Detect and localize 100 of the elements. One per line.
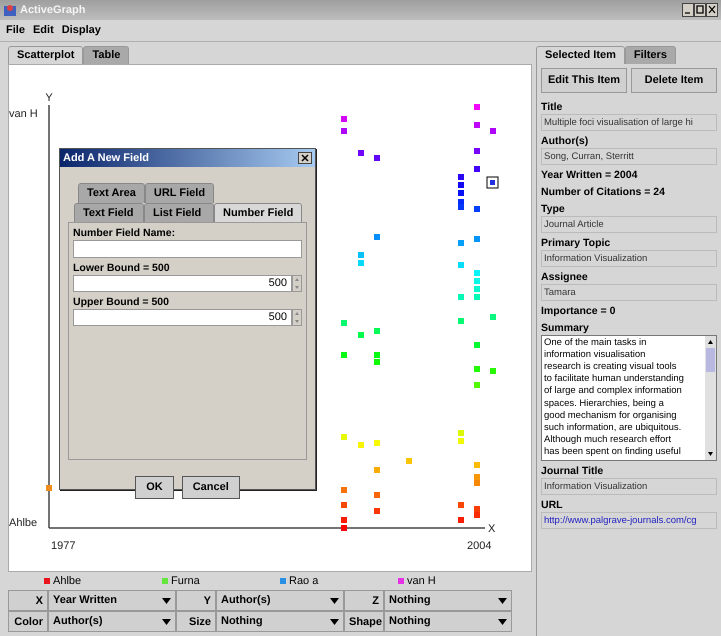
dropdown[interactable]: Nothing xyxy=(384,611,512,632)
tab[interactable]: Number Field xyxy=(214,202,302,222)
axis-setting-label: Y xyxy=(176,590,216,611)
data-point xyxy=(474,286,480,292)
data-point xyxy=(458,294,464,300)
field-label: Assignee xyxy=(541,270,589,284)
dropdown[interactable]: Year Written xyxy=(48,590,176,611)
data-point xyxy=(341,487,347,493)
legend-label: Rao a xyxy=(289,574,318,589)
url-link[interactable]: http://www.palgrave-journals.com/cg xyxy=(541,512,717,529)
field-value: 500 xyxy=(268,310,288,326)
data-point xyxy=(458,262,464,268)
data-point xyxy=(358,442,364,448)
item-button[interactable]: Edit This Item xyxy=(541,68,627,92)
dropdown-value: Year Written xyxy=(53,593,117,608)
dropdown[interactable]: Author(s) xyxy=(216,590,344,611)
data-point xyxy=(458,438,464,444)
legend-label: Furna xyxy=(171,574,200,589)
dialog-button[interactable]: Cancel xyxy=(182,476,240,498)
field-label: URL xyxy=(541,498,564,512)
legend-label: Ahlbe xyxy=(53,574,82,589)
spinner-arrows-icon xyxy=(292,309,302,326)
caret-icon xyxy=(162,618,171,624)
data-point xyxy=(341,502,347,508)
close-icon xyxy=(298,152,312,164)
caret-icon xyxy=(498,598,507,604)
axis-label: X xyxy=(488,523,496,535)
data-point xyxy=(474,148,480,154)
caret-icon xyxy=(330,618,339,624)
data-point xyxy=(358,260,364,266)
menu-item[interactable]: Display xyxy=(62,22,101,39)
data-point xyxy=(474,278,480,284)
data-point xyxy=(474,366,480,372)
data-point xyxy=(474,462,480,468)
summary-text: One of the main tasks in information visualisation research is creating visual tools to facilitate human understanding of large and complex information spaces. Hierarchies, being a good mechanism for organising such information, are ubiquitous. Although much research effort has been spent on finding useful xyxy=(543,336,685,460)
tab[interactable]: Selected Item xyxy=(536,46,625,64)
field-label: Summary xyxy=(541,322,590,334)
dropdown-value: Nothing xyxy=(389,614,431,630)
dropdown-value: Nothing xyxy=(389,593,431,608)
data-point xyxy=(458,190,464,196)
tab[interactable]: Text Field xyxy=(74,202,144,222)
data-point xyxy=(490,368,496,374)
menu-item[interactable]: Edit xyxy=(32,22,54,39)
text-field[interactable] xyxy=(73,240,302,258)
caret-icon xyxy=(162,598,171,604)
scrollbar-icon xyxy=(705,336,716,460)
data-point xyxy=(458,174,464,180)
field-value: Information Visualization xyxy=(541,250,717,266)
axis-setting-label: X xyxy=(8,590,48,611)
tab[interactable]: Text Area xyxy=(78,183,145,202)
axis-label: Y xyxy=(45,92,53,104)
field-value: Song, Curran, Sterritt xyxy=(541,148,717,164)
data-point xyxy=(374,155,380,161)
dialog-button[interactable]: OK xyxy=(135,476,174,498)
data-point xyxy=(474,206,480,212)
item-button[interactable]: Delete Item xyxy=(631,68,717,92)
axis-tick-label: 2004 xyxy=(467,540,492,552)
data-point xyxy=(341,116,347,122)
field-value: Journal Article xyxy=(541,216,717,232)
window-title: ActiveGraph xyxy=(20,2,86,18)
data-point xyxy=(374,492,380,498)
data-point xyxy=(341,517,347,523)
data-point xyxy=(490,314,496,320)
data-point xyxy=(374,467,380,473)
dropdown[interactable]: Author(s) xyxy=(48,611,176,632)
data-point xyxy=(474,122,480,128)
axis-setting-label: Z xyxy=(344,590,384,611)
field-value: Information Visualization xyxy=(541,478,717,495)
data-point xyxy=(358,150,364,156)
axis-tick-label: Ahlbe xyxy=(9,517,38,529)
data-point xyxy=(358,332,364,338)
number-field[interactable]: 500 xyxy=(73,309,292,326)
tab[interactable]: Table xyxy=(83,46,130,64)
data-point xyxy=(474,294,480,300)
caret-icon xyxy=(330,598,339,604)
data-point xyxy=(458,318,464,324)
field-value: Tamara xyxy=(541,284,717,300)
axis-setting-label: Color xyxy=(8,611,48,632)
data-point xyxy=(374,234,380,240)
tab[interactable]: List Field xyxy=(144,202,214,222)
data-point xyxy=(406,458,412,464)
dropdown-value: Author(s) xyxy=(221,593,270,608)
window-controls-icon xyxy=(682,3,718,17)
number-field[interactable]: 500 xyxy=(73,275,292,292)
field-label: Upper Bound = 500 xyxy=(73,296,170,309)
data-point xyxy=(458,502,464,508)
selection-marker xyxy=(486,176,498,188)
tab[interactable]: Scatterplot xyxy=(8,46,84,64)
summary-text-area[interactable] xyxy=(541,334,717,461)
tab[interactable]: URL Field xyxy=(144,183,214,202)
dropdown[interactable]: Nothing xyxy=(216,611,344,632)
data-point xyxy=(458,240,464,246)
tab[interactable]: Filters xyxy=(624,46,676,64)
data-point xyxy=(474,342,480,348)
field-label: Number Field Name: xyxy=(73,227,176,240)
data-point xyxy=(374,508,380,514)
menu-item[interactable]: File xyxy=(6,22,25,39)
legend-label: van H xyxy=(407,574,436,589)
dropdown[interactable]: Nothing xyxy=(384,590,512,611)
field-label: Title xyxy=(541,100,564,114)
